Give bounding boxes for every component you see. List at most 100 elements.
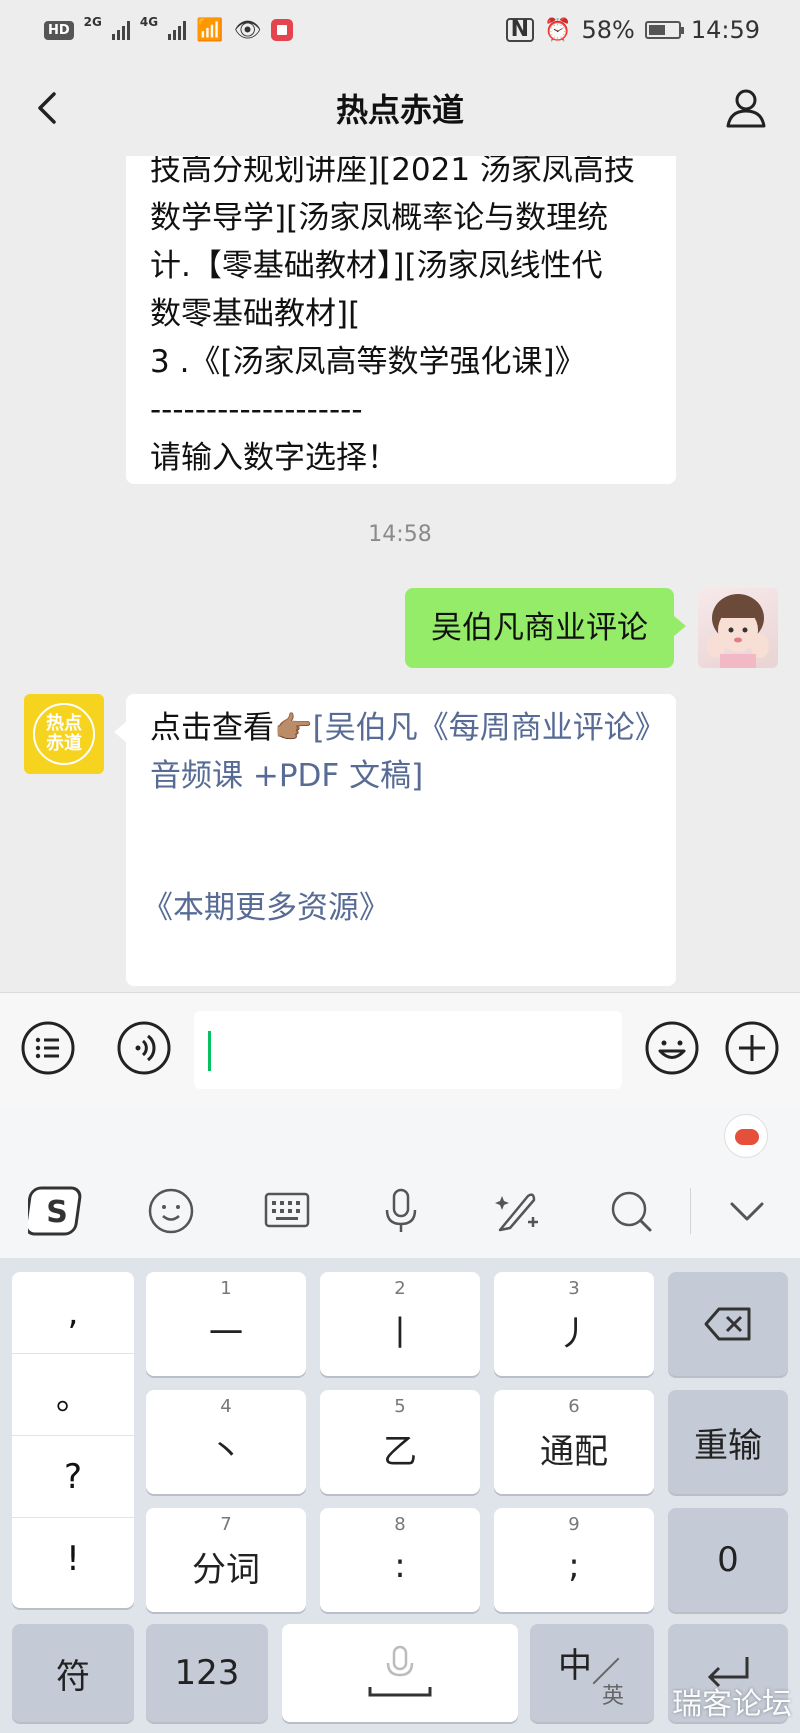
- punctuation-column[interactable]: , 。 ? !: [12, 1272, 134, 1608]
- key-number: 4: [220, 1396, 232, 1417]
- bot-avatar[interactable]: 热点 赤道: [24, 694, 104, 774]
- wifi-icon: 📶: [196, 17, 224, 43]
- microphone-icon[interactable]: [372, 1182, 430, 1240]
- mascot-icon[interactable]: [724, 1114, 768, 1158]
- space-key[interactable]: [282, 1624, 518, 1722]
- smiley-icon[interactable]: [142, 1182, 200, 1240]
- key-label: 丿: [557, 1313, 591, 1354]
- message-line: 数零基础教材][: [150, 296, 361, 332]
- clock: 14:59: [690, 16, 760, 44]
- plus-icon[interactable]: [724, 1020, 780, 1076]
- key-label: 通配: [540, 1431, 608, 1472]
- key-number: 7: [220, 1514, 232, 1535]
- stroke-key-2[interactable]: 2丨: [320, 1272, 480, 1376]
- eye-icon: 👁: [233, 17, 262, 43]
- message-input[interactable]: [194, 1011, 622, 1089]
- stroke-key-5[interactable]: 5乙: [320, 1390, 480, 1494]
- signal-icon: [111, 20, 130, 40]
- punct-question-key[interactable]: ?: [12, 1436, 134, 1518]
- message-line: 计.【零基础教材】][汤家凤线性代: [150, 248, 603, 284]
- segment-key[interactable]: 7 分词: [146, 1508, 306, 1612]
- reply-prefix: 点击查看👉🏽: [150, 710, 313, 746]
- user-avatar[interactable]: [698, 588, 778, 668]
- stroke-key-3[interactable]: 3丿: [494, 1272, 654, 1376]
- stroke-key-1[interactable]: 1一: [146, 1272, 306, 1376]
- message-line: -------------------: [150, 392, 363, 428]
- svg-text:S: S: [46, 1195, 68, 1230]
- status-right: N ⏰ 58% 14:59: [505, 16, 760, 44]
- zero-key[interactable]: 0: [668, 1508, 788, 1612]
- wildcard-key[interactable]: 6 通配: [494, 1390, 654, 1494]
- stroke-key-4[interactable]: 4丶: [146, 1390, 306, 1494]
- voice-icon[interactable]: [116, 1020, 172, 1076]
- key-label: 0: [717, 1540, 739, 1580]
- numbers-key[interactable]: 123: [146, 1624, 268, 1722]
- message-line: 数学导学][汤家凤概率论与数理统: [150, 200, 609, 236]
- key-number: 6: [568, 1396, 580, 1417]
- reenter-key[interactable]: 重输: [668, 1390, 788, 1494]
- message-line: 技高分规划讲座][2021 汤家凤高技: [150, 156, 635, 188]
- key-number: 3: [568, 1278, 580, 1299]
- key-label: 符: [56, 1656, 90, 1697]
- battery-percent: 58%: [581, 16, 635, 44]
- notification-app-icon: [271, 19, 294, 41]
- back-icon[interactable]: [28, 88, 68, 128]
- network-4g-label: 4G: [139, 15, 159, 29]
- key-label: 123: [174, 1653, 240, 1693]
- emoji-icon[interactable]: [644, 1020, 700, 1076]
- key-number: 1: [220, 1278, 232, 1299]
- semicolon-key[interactable]: 9;: [494, 1508, 654, 1612]
- text-cursor: [208, 1031, 211, 1071]
- search-icon[interactable]: [602, 1182, 660, 1240]
- key-label: 丨: [383, 1313, 417, 1354]
- keyboard-layout-icon[interactable]: [258, 1182, 316, 1240]
- key-number: 5: [394, 1396, 406, 1417]
- profile-icon[interactable]: [722, 84, 770, 132]
- handwriting-icon[interactable]: [488, 1182, 546, 1240]
- page-title: 热点赤道: [335, 91, 464, 129]
- lang-alt-label: 英: [602, 1684, 625, 1709]
- punct-comma-key[interactable]: ,: [12, 1272, 134, 1354]
- network-2g-label: 2G: [83, 15, 102, 29]
- bot-avatar-logo: 热点 赤道: [33, 703, 95, 765]
- key-label: :: [394, 1546, 406, 1586]
- punct-period-key[interactable]: 。: [12, 1354, 134, 1436]
- backspace-key[interactable]: [668, 1272, 788, 1376]
- nfc-icon: N: [505, 18, 535, 42]
- colon-key[interactable]: 8:: [320, 1508, 480, 1612]
- status-bar: HD 2G 4G 📶 👁 N ⏰ 58% 14:59: [0, 0, 800, 60]
- punct-exclaim-key[interactable]: !: [12, 1518, 134, 1600]
- menu-list-icon[interactable]: [20, 1020, 76, 1076]
- chevron-down-icon[interactable]: [718, 1182, 776, 1240]
- backspace-icon: [704, 1307, 751, 1341]
- symbols-key[interactable]: 符: [12, 1624, 134, 1722]
- keyboard: , 。 ? ! 1一 2丨 3丿 4丶 5乙 6 通配 重输 7 分词 8: 9; …: [0, 1258, 800, 1733]
- status-left: HD 2G 4G 📶 👁: [44, 15, 294, 43]
- hd-badge: HD: [44, 20, 74, 40]
- lang-main-label: 中: [558, 1646, 592, 1686]
- keyboard-toolbar: S: [0, 1106, 800, 1258]
- key-label: 乙: [383, 1431, 417, 1472]
- space-mic-icon: [368, 1645, 432, 1697]
- more-resources-link[interactable]: 《本期更多资源》: [142, 884, 390, 932]
- alarm-icon: ⏰: [544, 17, 572, 43]
- input-bar: [0, 992, 800, 1106]
- message-line: 3 .《[汤家凤高等数学强化课]》: [150, 344, 586, 380]
- chat-header: 热点赤道: [0, 60, 800, 156]
- watermark: 瑞客论坛: [672, 1687, 792, 1722]
- chat-area[interactable]: 技高分规划讲座][2021 汤家凤高技 数学导学][汤家凤概率论与数理统 计.【…: [0, 156, 800, 992]
- battery-icon: [644, 21, 684, 39]
- bot-message-previous[interactable]: 技高分规划讲座][2021 汤家凤高技 数学导学][汤家凤概率论与数理统 计.【…: [126, 156, 676, 484]
- signal-icon-2: [168, 20, 187, 40]
- message-timestamp: 14:58: [368, 522, 432, 547]
- sogou-logo-icon[interactable]: S: [28, 1182, 86, 1240]
- bot-message-reply[interactable]: 点击查看👉🏽[吴伯凡《每周商业评论》音频课 +PDF 文稿] 《本期更多资源》: [114, 694, 676, 986]
- language-toggle-key[interactable]: 中 英: [530, 1624, 654, 1722]
- toolbar-divider: [690, 1188, 691, 1234]
- key-label: 重输: [694, 1425, 762, 1466]
- key-label: 分词: [192, 1549, 260, 1590]
- key-number: 2: [394, 1278, 406, 1299]
- message-line: 请输入数字选择！: [150, 440, 398, 476]
- user-message[interactable]: 吴伯凡商业评论: [405, 588, 686, 668]
- key-label: ;: [568, 1546, 580, 1586]
